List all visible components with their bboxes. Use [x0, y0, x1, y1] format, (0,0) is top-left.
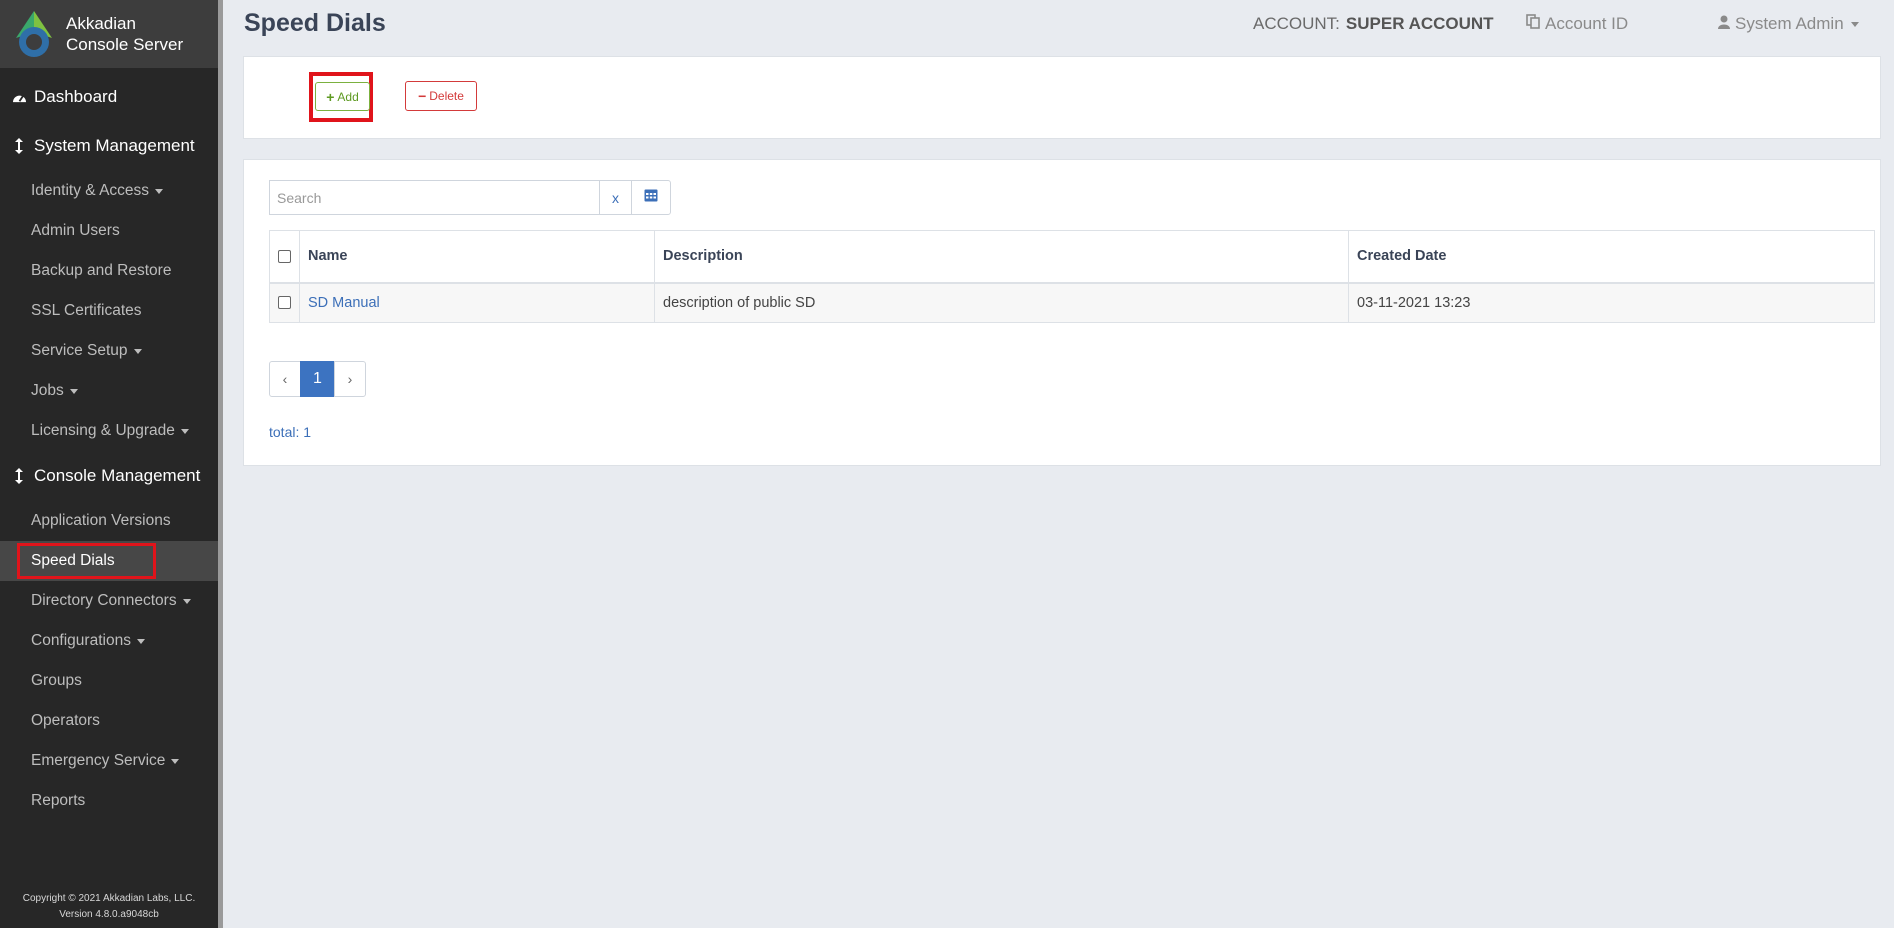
highlight-box [17, 543, 156, 579]
plus-icon: + [326, 88, 335, 105]
name-cell: SD Manual [299, 282, 655, 323]
speed-dials-table: Name Description Created Date SD Manual … [269, 230, 1875, 323]
nav-dashboard-label: Dashboard [34, 87, 118, 106]
version-text: Version 4.8.0.a9048cb [59, 909, 159, 920]
nav-system-management[interactable]: System Management [0, 121, 218, 171]
sidebar-item-application-versions[interactable]: Application Versions [0, 501, 218, 541]
akkadian-logo-icon [16, 11, 52, 57]
row-checkbox[interactable] [278, 296, 291, 310]
search-input[interactable] [269, 180, 600, 215]
caret-down-icon [69, 388, 78, 394]
prev-page-button[interactable]: ‹ [269, 361, 301, 397]
account-label: ACCOUNT: [1253, 14, 1340, 33]
caret-down-icon [155, 188, 164, 194]
total-count: total: 1 [269, 424, 312, 440]
caret-down-icon [133, 348, 142, 354]
column-header-description[interactable]: Description [654, 230, 1349, 284]
sidebar-item-label: Reports [31, 792, 86, 809]
nav-console-management-label: Console Management [34, 466, 201, 485]
next-page-button[interactable]: › [334, 361, 366, 397]
add-button[interactable]: + Add [315, 82, 370, 111]
page-title: Speed Dials [244, 9, 386, 37]
sidebar-item-jobs[interactable]: Jobs [0, 371, 218, 411]
nav-console-management[interactable]: Console Management [0, 451, 218, 501]
sidebar-item-configurations[interactable]: Configurations [0, 621, 218, 661]
caret-down-icon [136, 638, 145, 644]
nav-dashboard[interactable]: Dashboard [0, 72, 218, 122]
toolbar-panel: + Add − Delete [243, 56, 1881, 139]
account-value: SUPER ACCOUNT [1345, 14, 1494, 33]
pagination: ‹ 1 › [269, 361, 366, 397]
sidebar-item-admin-users[interactable]: Admin Users [0, 211, 218, 251]
sidebar-item-backup-restore[interactable]: Backup and Restore [0, 251, 218, 291]
sidebar-footer: Copyright © 2021 Akkadian Labs, LLC. Ver… [0, 891, 218, 923]
sidebar-item-label: Backup and Restore [31, 262, 172, 279]
user-icon [1718, 14, 1730, 34]
sidebar-item-identity-access[interactable]: Identity & Access [0, 171, 218, 211]
speedometer-icon [10, 91, 28, 104]
column-header-name[interactable]: Name [299, 230, 655, 284]
content-panel: x Name Description Created Date SD Manua… [243, 159, 1881, 466]
name-link[interactable]: SD Manual [308, 295, 380, 311]
sidebar-scrollbar[interactable] [218, 0, 223, 928]
sidebar-item-label: SSL Certificates [31, 302, 142, 319]
delete-button-label: Delete [429, 89, 464, 103]
sidebar-item-ssl-certificates[interactable]: SSL Certificates [0, 291, 218, 331]
copy-icon [1526, 14, 1540, 34]
sidebar-item-label: Identity & Access [31, 182, 150, 199]
sidebar-item-label: Licensing & Upgrade [31, 422, 175, 439]
nav-system-management-label: System Management [34, 136, 195, 155]
brand[interactable]: Akkadian Console Server [0, 0, 218, 68]
sidebar-item-licensing-upgrade[interactable]: Licensing & Upgrade [0, 411, 218, 451]
table-row: SD Manual description of public SD 03-11… [269, 282, 1875, 323]
sidebar-item-speed-dials[interactable]: Speed Dials [0, 541, 218, 581]
column-header-created-date[interactable]: Created Date [1348, 230, 1875, 284]
sidebar-item-label: Operators [31, 712, 100, 729]
delete-button[interactable]: − Delete [405, 81, 477, 111]
calendar-button[interactable] [631, 180, 671, 215]
add-button-label: Add [337, 89, 359, 104]
caret-down-icon [1850, 21, 1859, 27]
search-clear-button[interactable]: x [599, 180, 632, 215]
caret-down-icon [171, 758, 180, 764]
sidebar-item-groups[interactable]: Groups [0, 661, 218, 701]
user-name: System Admin [1735, 14, 1844, 33]
select-all-checkbox[interactable] [278, 249, 291, 263]
sidebar-item-label: Application Versions [31, 512, 171, 529]
sidebar-item-service-setup[interactable]: Service Setup [0, 331, 218, 371]
sidebar-item-label: Groups [31, 672, 82, 689]
description-cell: description of public SD [654, 282, 1349, 323]
arrows-vertical-icon [10, 138, 28, 154]
arrows-vertical-icon [10, 468, 28, 484]
sidebar-item-label: Directory Connectors [31, 592, 177, 609]
sidebar-item-label: Jobs [31, 382, 64, 399]
minus-icon: − [418, 88, 427, 104]
sidebar-item-emergency-service[interactable]: Emergency Service [0, 741, 218, 781]
account-id-link[interactable]: Account ID [1526, 14, 1628, 34]
copyright-text: Copyright © 2021 Akkadian Labs, LLC. [22, 893, 196, 904]
calendar-icon [644, 188, 658, 207]
caret-down-icon [182, 598, 191, 604]
created-date-cell: 03-11-2021 13:23 [1348, 282, 1875, 323]
sidebar-item-operators[interactable]: Operators [0, 701, 218, 741]
account-indicator: ACCOUNT: SUPER ACCOUNT [1253, 14, 1494, 34]
sidebar-item-reports[interactable]: Reports [0, 781, 218, 821]
brand-text: Akkadian Console Server [66, 13, 183, 55]
row-select-cell [269, 282, 300, 323]
table-header-row: Name Description Created Date [269, 230, 1875, 284]
user-menu[interactable]: System Admin [1718, 14, 1859, 34]
sidebar-item-label: Configurations [31, 632, 131, 649]
sidebar-item-label: Admin Users [31, 222, 120, 239]
select-all-cell [269, 230, 300, 284]
sidebar: Akkadian Console Server Dashboard System… [0, 0, 218, 928]
caret-down-icon [180, 428, 189, 434]
page-button-current[interactable]: 1 [300, 361, 335, 397]
sidebar-item-directory-connectors[interactable]: Directory Connectors [0, 581, 218, 621]
topbar: Speed Dials ACCOUNT: SUPER ACCOUNT Accoun… [223, 0, 1894, 48]
brand-line1: Akkadian [66, 14, 136, 33]
account-id-label: Account ID [1545, 14, 1629, 33]
brand-line2: Console Server [66, 35, 184, 54]
sidebar-item-label: Service Setup [31, 342, 128, 359]
sidebar-item-label: Emergency Service [31, 752, 166, 769]
